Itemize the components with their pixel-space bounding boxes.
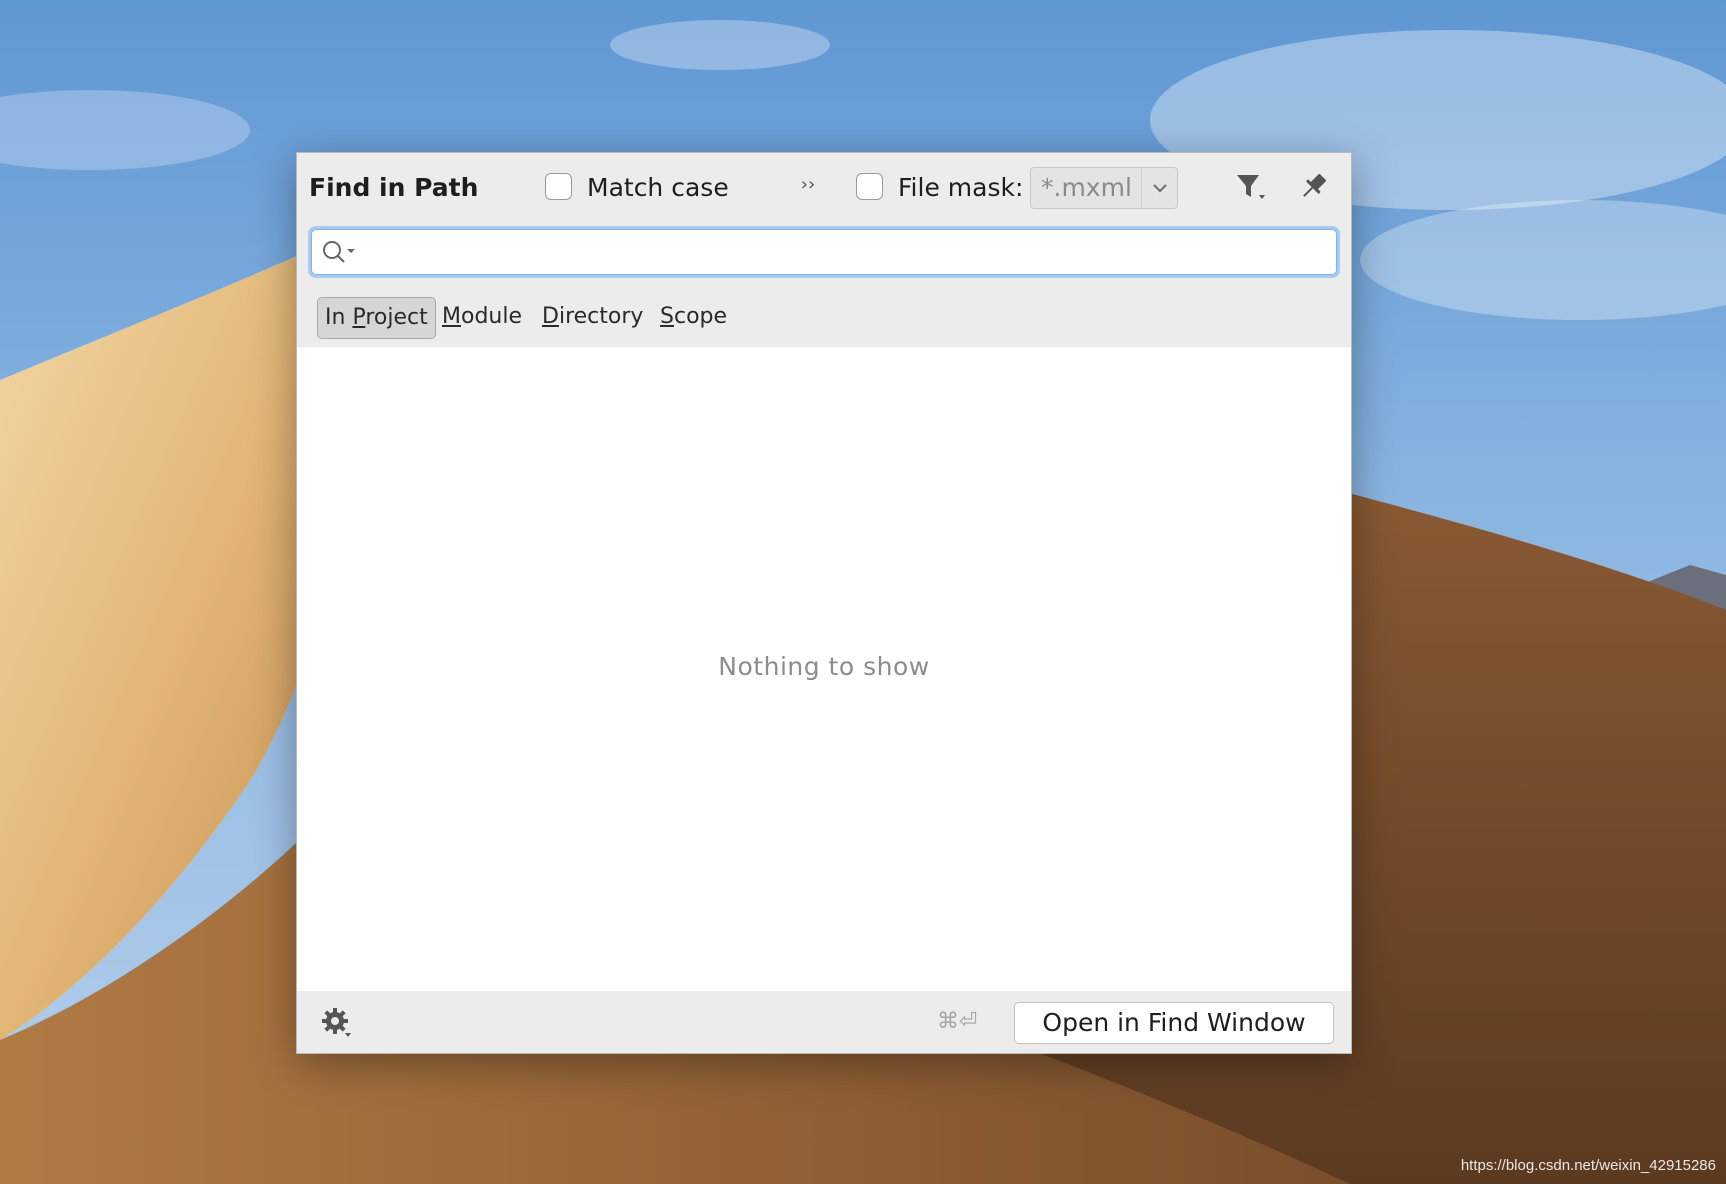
search-input[interactable] [364, 230, 1328, 276]
tab-in-project[interactable]: In Project [317, 297, 436, 339]
tab-in-project-mnemonic: P [352, 305, 366, 330]
search-field[interactable] [311, 229, 1337, 276]
file-mask-value[interactable]: *.mxml [1041, 173, 1132, 202]
tab-module-post: odule [460, 304, 522, 329]
match-case-label[interactable]: Match case [587, 173, 729, 202]
open-in-find-window-button[interactable]: Open in Find Window [1014, 1002, 1334, 1044]
tab-directory[interactable]: Directory [535, 297, 650, 339]
pin-icon[interactable] [1293, 167, 1333, 207]
dialog-footer: ⌘⏎ Open in Find Window [297, 991, 1351, 1053]
tab-in-project-pre: In [325, 305, 353, 330]
file-mask-combobox[interactable]: *.mxml [1030, 167, 1178, 209]
chevron-down-icon[interactable] [1143, 168, 1177, 208]
results-panel: Nothing to show [297, 347, 1351, 991]
file-mask-label[interactable]: File mask: [898, 173, 1023, 202]
match-case-checkbox[interactable] [545, 173, 572, 200]
file-mask-separator [1141, 168, 1142, 208]
find-in-path-dialog: Find in Path Match case ›› File mask: *.… [296, 152, 1352, 1054]
tab-module-mnemonic: M [442, 304, 461, 329]
empty-state-text: Nothing to show [718, 652, 930, 681]
gear-icon[interactable] [319, 1005, 355, 1041]
tab-directory-mnemonic: D [542, 304, 559, 329]
shortcut-hint: ⌘⏎ [937, 1009, 978, 1034]
tab-scope-post: cope [673, 304, 728, 329]
tab-scope[interactable]: Scope [653, 297, 734, 339]
search-icon[interactable] [320, 238, 360, 268]
tab-scope-mnemonic: S [660, 304, 674, 329]
filter-icon[interactable] [1231, 167, 1271, 207]
tab-directory-post: irectory [558, 304, 644, 329]
dialog-header: Find in Path Match case ›› File mask: *.… [297, 153, 1351, 221]
tab-module[interactable]: Module [435, 297, 529, 339]
double-chevron-right-icon[interactable]: ›› [795, 172, 821, 198]
file-mask-checkbox[interactable] [856, 173, 883, 200]
tab-in-project-post: roject [365, 305, 428, 330]
dialog-title: Find in Path [309, 173, 479, 202]
watermark-text: https://blog.csdn.net/weixin_42915286 [1460, 1157, 1716, 1174]
